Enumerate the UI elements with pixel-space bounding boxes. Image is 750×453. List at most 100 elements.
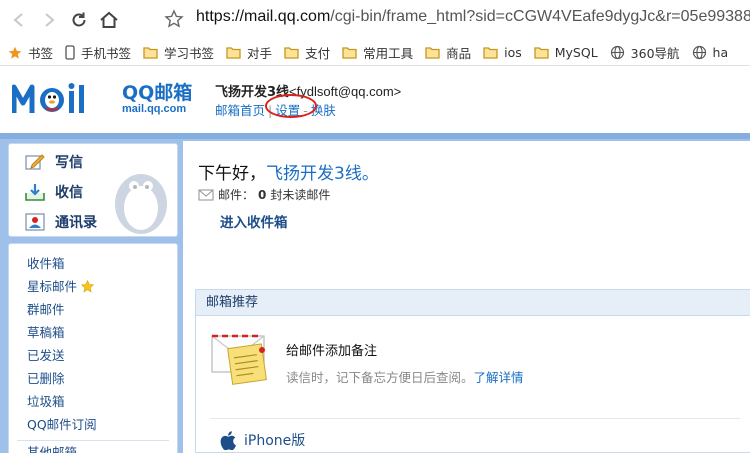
header-links: 邮箱首页 | 设置 - 换肤 [215, 94, 336, 119]
greeting-prefix: 下午好， [198, 164, 266, 184]
qq-mail-logo[interactable]: QQ邮箱 mail.qq.com [12, 81, 192, 117]
bookmark-label: 对手 [247, 46, 273, 61]
write-icon [25, 154, 45, 170]
bookmark-item[interactable]: ha [692, 45, 729, 60]
bookmark-label: 书签 [28, 46, 54, 61]
iphone-label: iPhone版 [244, 433, 306, 449]
folder-subscriptions[interactable]: QQ邮件订阅 [27, 413, 177, 436]
left-nav: 写信 收信 通讯录 收件箱 星标邮件 群邮件 草稿箱 已发送 已删除 垃圾箱 Q… [8, 143, 178, 453]
reload-icon[interactable] [64, 5, 94, 35]
recommendation-divider [210, 418, 740, 419]
go-to-inbox-link[interactable]: 进入收件箱 [220, 211, 288, 231]
bookmark-label: ios [504, 45, 522, 60]
bookmark-item[interactable]: MySQL [534, 45, 598, 60]
logo-subtitle: mail.qq.com [122, 103, 187, 115]
folder-icon [425, 47, 440, 59]
bookmark-item[interactable]: 支付 [284, 43, 330, 62]
phone-icon [65, 45, 75, 60]
folder-icon [143, 47, 158, 59]
logo-title: QQ邮箱 [122, 82, 193, 104]
folder-label: QQ邮件订阅 [27, 417, 97, 432]
folder-starred[interactable]: 星标邮件 [27, 275, 177, 298]
mail-count: 邮件： 0 封未读邮件 [198, 186, 330, 203]
bookmark-label: 360导航 [630, 46, 680, 61]
folder-label: 垃圾箱 [27, 394, 65, 409]
star-icon [8, 46, 22, 59]
bookmark-label: 常用工具 [363, 46, 414, 61]
greeting-name: 飞扬开发3线。 [266, 164, 379, 184]
quick-actions: 写信 收信 通讯录 [8, 143, 178, 237]
folder-label: 草稿箱 [27, 325, 65, 340]
iphone-version-link[interactable]: iPhone版 [220, 430, 305, 450]
url-host: https://mail.qq.com [196, 8, 331, 25]
url-path: /cgi-bin/frame_html?sid=cCGW4VEafe9dygJc… [330, 8, 750, 25]
recommendation-item-desc: 读信时，记下备忘方便日后查阅。了解详情 [286, 367, 524, 386]
mail-count-value: 0 [258, 187, 267, 202]
recommendation-title: 邮箱推荐 [196, 290, 750, 316]
bookmark-label: ha [712, 45, 729, 60]
globe-icon [610, 45, 624, 60]
apple-icon [220, 430, 236, 450]
home-icon[interactable] [94, 5, 124, 35]
envelope-icon [198, 188, 214, 201]
write-button[interactable]: 写信 [25, 152, 83, 172]
mail-count-suffix: 封未读邮件 [270, 188, 331, 202]
folder-drafts[interactable]: 草稿箱 [27, 321, 177, 344]
receive-label: 收信 [55, 185, 83, 201]
folder-other[interactable]: 其他邮箱 [27, 441, 177, 453]
bookmark-label: MySQL [554, 45, 598, 60]
folder-icon [284, 47, 299, 59]
bookmark-item[interactable]: 书签 [8, 43, 53, 62]
bookmark-label: 学习书签 [164, 46, 215, 61]
folder-label: 其他邮箱 [27, 445, 78, 453]
folder-label: 星标邮件 [27, 279, 78, 294]
bookmark-label: 支付 [305, 46, 331, 61]
folder-group[interactable]: 群邮件 [27, 298, 177, 321]
address-bar[interactable]: https://mail.qq.com/cgi-bin/frame_html?s… [196, 8, 750, 26]
mail-header: QQ邮箱 mail.qq.com 飞扬开发3线<fydlsoft@qq.com>… [0, 67, 750, 133]
receive-button[interactable]: 收信 [25, 182, 83, 202]
star-icon [81, 280, 95, 293]
folder-icon [483, 47, 498, 59]
mail-frame: 写信 收信 通讯录 收件箱 星标邮件 群邮件 草稿箱 已发送 已删除 垃圾箱 Q… [0, 133, 750, 453]
back-icon[interactable] [4, 5, 34, 35]
folder-list: 收件箱 星标邮件 群邮件 草稿箱 已发送 已删除 垃圾箱 QQ邮件订阅 其他邮箱 [8, 243, 178, 453]
main-panel: 下午好，飞扬开发3线。 邮件： 0 封未读邮件 进入收件箱 邮箱推荐 给邮件添加… [183, 141, 750, 453]
bookmark-item[interactable]: 常用工具 [342, 43, 413, 62]
folder-label: 收件箱 [27, 256, 65, 271]
bookmark-item[interactable]: 商品 [425, 43, 471, 62]
bookmark-item[interactable]: 对手 [226, 43, 272, 62]
receive-icon [25, 184, 45, 201]
globe-icon [692, 45, 706, 60]
recommendation-item-title: 给邮件添加备注 [286, 344, 378, 359]
bookmark-star-icon[interactable] [164, 9, 184, 33]
penguin-watermark-icon [115, 174, 167, 234]
bookmark-item[interactable]: ios [483, 45, 522, 60]
mailbox-home-link[interactable]: 邮箱首页 [215, 103, 265, 118]
highlight-ring [265, 94, 318, 118]
bookmark-item[interactable]: 手机书签 [65, 43, 131, 62]
bookmark-item[interactable]: 学习书签 [143, 43, 214, 62]
forward-icon[interactable] [34, 5, 64, 35]
settings-link-wrap: 设置 [265, 94, 318, 119]
bookmark-item[interactable]: 360导航 [610, 43, 680, 62]
recommendation-item: 给邮件添加备注 读信时，记下备忘方便日后查阅。了解详情 [210, 330, 524, 388]
folder-icon [226, 47, 241, 59]
folder-spam[interactable]: 垃圾箱 [27, 390, 177, 413]
folder-sent[interactable]: 已发送 [27, 344, 177, 367]
recommendation-panel: 邮箱推荐 给邮件添加备注 读信时，记下备忘方便日后查阅。了解详情 iPhone版 [195, 289, 750, 453]
contacts-button[interactable]: 通讯录 [25, 212, 97, 232]
folder-icon [342, 47, 357, 59]
contacts-label: 通讯录 [55, 215, 97, 231]
greeting: 下午好，飞扬开发3线。 [198, 159, 379, 184]
learn-more-link[interactable]: 了解详情 [474, 370, 524, 385]
mail-logo-mark-icon [12, 83, 84, 113]
write-label: 写信 [55, 155, 83, 171]
frame-top-bar [0, 133, 750, 139]
folder-inbox[interactable]: 收件箱 [27, 252, 177, 275]
folder-label: 已删除 [27, 371, 65, 386]
folder-deleted[interactable]: 已删除 [27, 367, 177, 390]
recommendation-desc-text: 读信时，记下备忘方便日后查阅。 [286, 370, 474, 385]
mail-count-label: 邮件： [218, 188, 255, 202]
bookmark-label: 商品 [446, 46, 472, 61]
